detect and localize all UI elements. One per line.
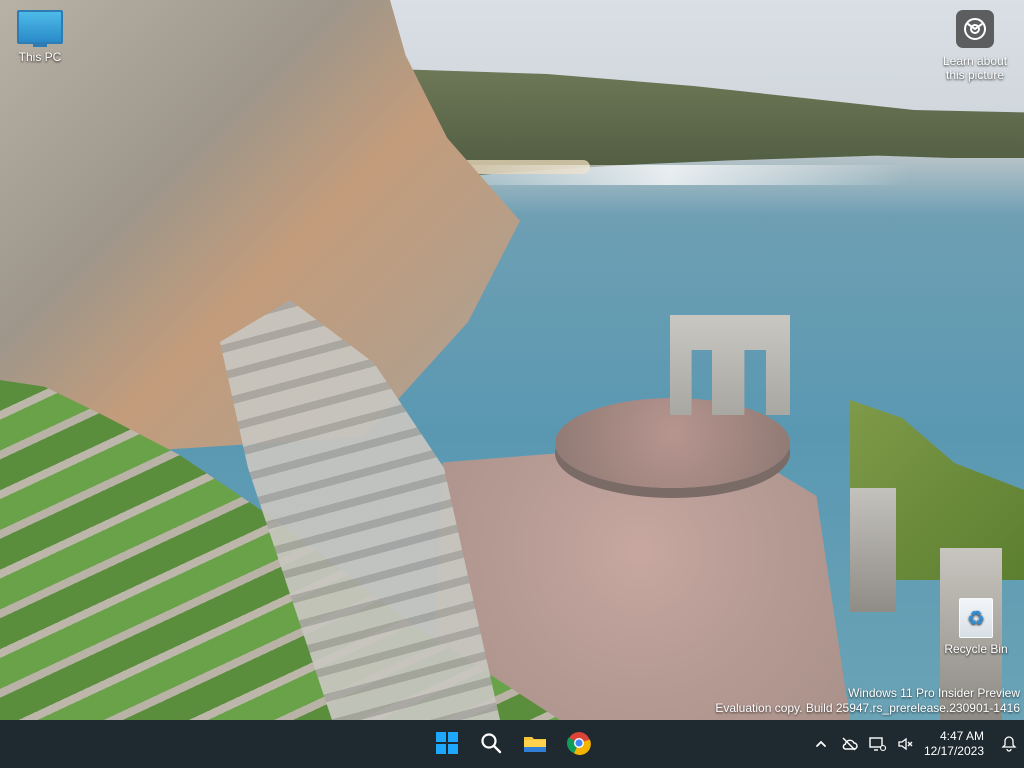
clock-date: 12/17/2023	[923, 744, 984, 758]
notifications-button[interactable]	[1000, 735, 1018, 753]
bell-icon	[1001, 736, 1017, 752]
network-button[interactable]	[868, 735, 886, 753]
desktop-icon-label: This PC	[18, 50, 62, 64]
wallpaper-arch	[670, 315, 790, 415]
clock-time: 4:47 AM	[939, 729, 984, 743]
chrome-icon	[567, 732, 591, 755]
learn-label-line2: this picture	[945, 68, 1005, 82]
wallpaper-pillar	[850, 488, 896, 612]
recycle-bin-icon: ♻	[959, 598, 993, 638]
system-tray: 4:47 AM 12/17/2023	[812, 720, 1018, 768]
cloud-off-button[interactable]	[840, 735, 858, 753]
learn-about-picture[interactable]: Learn about this picture	[934, 10, 1016, 82]
chevron-up-icon	[816, 740, 826, 747]
search-icon	[481, 733, 502, 754]
watermark-line2: Evaluation copy. Build 25947.rs_prerelea…	[715, 701, 1020, 715]
monitor-icon	[17, 10, 63, 47]
evaluation-watermark: Windows 11 Pro Insider Preview Evaluatio…	[715, 686, 1020, 716]
desktop-icon-label: Recycle Bin	[944, 642, 1008, 656]
taskbar-clock[interactable]: 4:47 AM 12/17/2023	[924, 729, 984, 759]
show-hidden-icons-button[interactable]	[812, 735, 830, 753]
start-button[interactable]	[430, 726, 464, 760]
watermark-line1: Windows 11 Pro Insider Preview	[848, 686, 1020, 700]
folder-icon	[524, 737, 546, 752]
taskbar-apps	[430, 726, 596, 762]
camera-lens-icon	[956, 10, 994, 48]
volume-muted-icon	[898, 737, 913, 751]
volume-button[interactable]	[896, 735, 914, 753]
search-button[interactable]	[474, 726, 508, 760]
learn-label-line1: Learn about	[942, 54, 1008, 68]
network-monitor-icon	[869, 737, 886, 752]
windows-logo-icon	[436, 732, 458, 754]
wallpaper-surf	[428, 165, 912, 185]
desktop-icon-this-pc[interactable]: This PC	[0, 10, 80, 64]
taskbar: 4:47 AM 12/17/2023	[0, 720, 1024, 768]
cloud-off-icon	[842, 737, 858, 751]
desktop-wallpaper	[0, 0, 1024, 720]
chrome-button[interactable]	[562, 726, 596, 760]
file-explorer-button[interactable]	[518, 726, 552, 760]
desktop-icon-recycle-bin[interactable]: ♻ Recycle Bin	[936, 598, 1016, 656]
